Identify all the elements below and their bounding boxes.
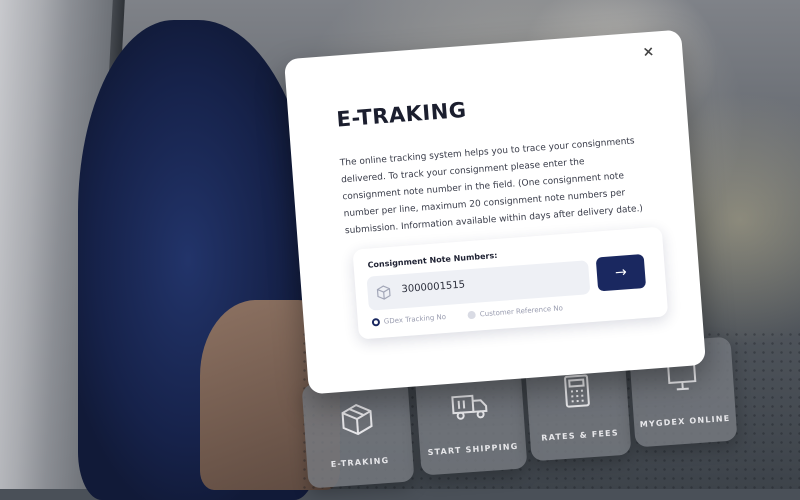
tile-label: RATES & FEES — [541, 428, 620, 443]
tracking-modal: × E-TRAKING The online tracking system h… — [283, 29, 707, 395]
modal-description: The online tracking system helps you to … — [339, 136, 644, 237]
tile-label: MYGDEX ONLINE — [639, 413, 731, 430]
submit-button[interactable]: → — [595, 253, 647, 292]
arrow-right-icon: → — [614, 264, 628, 282]
tracking-form: Consignment Note Numbers: 3000001515 → G… — [352, 226, 669, 340]
radio-label: GDex Tracking No — [383, 312, 447, 326]
close-button[interactable]: × — [640, 43, 657, 61]
box-icon — [375, 284, 392, 305]
truck-icon — [450, 389, 490, 428]
tile-e-traking[interactable]: E-TRAKING — [301, 377, 415, 489]
radio-customer-reference[interactable] — [467, 310, 477, 320]
calculator-icon — [563, 373, 592, 413]
consignment-input[interactable]: 3000001515 — [366, 260, 591, 311]
consignment-input-value: 3000001515 — [401, 279, 466, 296]
field-label: Consignment Note Numbers: — [367, 250, 498, 270]
radio-gdex-tracking[interactable] — [371, 317, 381, 327]
box-icon — [338, 400, 377, 442]
radio-label: Customer Reference No — [479, 304, 564, 319]
tile-label: START SHIPPING — [427, 441, 519, 458]
tile-label: E-TRAKING — [330, 455, 390, 469]
modal-title: E-TRAKING — [335, 97, 468, 132]
